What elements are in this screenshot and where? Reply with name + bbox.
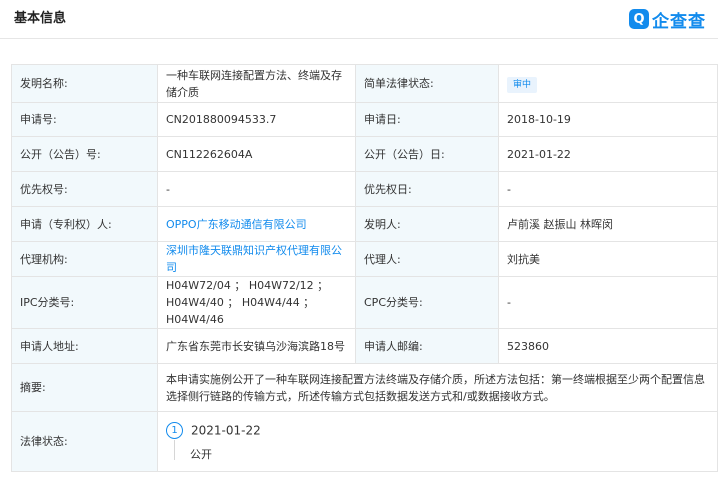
- invention-name-value: 一种车联网连接配置方法、终端及存储介质: [157, 64, 356, 103]
- qichacha-logo-icon: Q: [629, 9, 649, 29]
- agent-label: 代理人:: [355, 241, 499, 277]
- inventor-value: 卢前溪 赵振山 林晖闵: [498, 206, 718, 242]
- publication-date-value: 2021-01-22: [498, 136, 718, 172]
- legal-status-timeline-cell: 1 2021-01-22 公开: [157, 411, 718, 472]
- table-row: 申请号: CN201880094533.7 申请日: 2018-10-19: [11, 102, 718, 137]
- timeline-date: 2021-01-22: [191, 423, 261, 438]
- legal-status-simple-cell: 审中: [498, 64, 718, 103]
- patent-info-table: 发明名称: 一种车联网连接配置方法、终端及存储介质 简单法律状态: 审中 申请号…: [11, 64, 718, 472]
- publication-date-label: 公开（公告）日:: [355, 136, 499, 172]
- application-date-label: 申请日:: [355, 102, 499, 137]
- qichacha-logo[interactable]: Q 企查查: [629, 7, 706, 32]
- legal-status-simple-label: 简单法律状态:: [355, 64, 499, 103]
- timeline-step-marker: 1: [166, 422, 183, 440]
- table-row: 发明名称: 一种车联网连接配置方法、终端及存储介质 简单法律状态: 审中: [11, 64, 718, 103]
- applicant-address-value: 广东省东莞市长安镇乌沙海滨路18号: [157, 328, 356, 364]
- abstract-label: 摘要:: [11, 363, 158, 412]
- applicant-postcode-value: 523860: [498, 328, 718, 364]
- inventor-label: 发明人:: [355, 206, 499, 242]
- application-number-value: CN201880094533.7: [157, 102, 356, 137]
- agency-link[interactable]: 深圳市隆天联鼎知识产权代理有限公司: [166, 244, 342, 274]
- abstract-value: 本申请实施例公开了一种车联网连接配置方法终端及存储介质，所述方法包括：第一终端根…: [157, 363, 718, 412]
- agent-value: 刘抗美: [498, 241, 718, 277]
- agency-cell: 深圳市隆天联鼎知识产权代理有限公司: [157, 241, 356, 277]
- applicant-cell: OPPO广东移动通信有限公司: [157, 206, 356, 242]
- applicant-address-label: 申请人地址:: [11, 328, 158, 364]
- table-row: 摘要: 本申请实施例公开了一种车联网连接配置方法终端及存储介质，所述方法包括：第…: [11, 363, 718, 412]
- priority-date-value: -: [498, 171, 718, 207]
- agency-label: 代理机构:: [11, 241, 158, 277]
- table-row: 申请（专利权）人: OPPO广东移动通信有限公司 发明人: 卢前溪 赵振山 林晖…: [11, 206, 718, 242]
- publication-number-value: CN112262604A: [157, 136, 356, 172]
- cpc-value: -: [498, 276, 718, 329]
- applicant-label: 申请（专利权）人:: [11, 206, 158, 242]
- table-row: 申请人地址: 广东省东莞市长安镇乌沙海滨路18号 申请人邮编: 523860: [11, 328, 718, 364]
- publication-number-label: 公开（公告）号:: [11, 136, 158, 172]
- invention-name-label: 发明名称:: [11, 64, 158, 103]
- timeline-connector: [174, 439, 175, 460]
- application-date-value: 2018-10-19: [498, 102, 718, 137]
- table-row: IPC分类号: H04W72/04 ； H04W72/12 ； H04W4/40…: [11, 276, 718, 329]
- legal-status-timeline: 1 2021-01-22 公开: [166, 420, 709, 464]
- table-row: 法律状态: 1 2021-01-22 公开: [11, 411, 718, 472]
- section-title: 基本信息: [14, 11, 67, 26]
- priority-number-value: -: [157, 171, 356, 207]
- priority-date-label: 优先权日:: [355, 171, 499, 207]
- section-header: 基本信息 Q 企查查: [0, 0, 718, 39]
- qichacha-logo-text: 企查查: [652, 11, 706, 32]
- application-number-label: 申请号:: [11, 102, 158, 137]
- applicant-postcode-label: 申请人邮编:: [355, 328, 499, 364]
- timeline-event: 公开: [190, 448, 212, 462]
- cpc-label: CPC分类号:: [355, 276, 499, 329]
- legal-status-label: 法律状态:: [11, 411, 158, 472]
- status-badge: 审中: [507, 76, 538, 93]
- ipc-label: IPC分类号:: [11, 276, 158, 329]
- table-row: 代理机构: 深圳市隆天联鼎知识产权代理有限公司 代理人: 刘抗美: [11, 241, 718, 277]
- priority-number-label: 优先权号:: [11, 171, 158, 207]
- applicant-link[interactable]: OPPO广东移动通信有限公司: [166, 218, 307, 231]
- ipc-value: H04W72/04 ； H04W72/12 ； H04W4/40 ； H04W4…: [157, 276, 356, 329]
- table-row: 优先权号: - 优先权日: -: [11, 171, 718, 207]
- table-row: 公开（公告）号: CN112262604A 公开（公告）日: 2021-01-2…: [11, 136, 718, 172]
